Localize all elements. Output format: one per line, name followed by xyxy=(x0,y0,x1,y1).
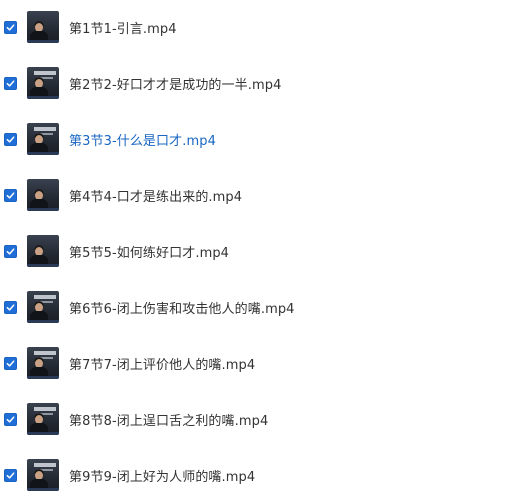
checkbox[interactable] xyxy=(4,76,17,90)
video-thumbnail xyxy=(27,67,59,99)
video-thumbnail xyxy=(27,403,59,435)
checkmark-icon xyxy=(6,359,15,367)
file-row-3[interactable]: 第3节3-什么是口才.mp4 xyxy=(0,119,517,159)
file-row-6[interactable]: 第6节6-闭上伤害和攻击他人的嘴.mp4 xyxy=(0,287,517,327)
file-name[interactable]: 第2节2-好口才才是成功的一半.mp4 xyxy=(69,74,281,93)
video-thumbnail xyxy=(27,291,59,323)
file-row-2[interactable]: 第2节2-好口才才是成功的一半.mp4 xyxy=(0,63,517,103)
checkmark-icon xyxy=(6,135,15,143)
checkbox[interactable] xyxy=(4,412,17,426)
checkbox[interactable] xyxy=(4,300,17,314)
checkmark-icon xyxy=(6,303,15,311)
file-row-9[interactable]: 第9节9-闭上好为人师的嘴.mp4 xyxy=(0,455,517,495)
checkbox[interactable] xyxy=(4,468,17,482)
file-row-7[interactable]: 第7节7-闭上评价他人的嘴.mp4 xyxy=(0,343,517,383)
file-name[interactable]: 第4节4-口才是练出来的.mp4 xyxy=(69,186,242,205)
file-name[interactable]: 第3节3-什么是口才.mp4 xyxy=(69,130,216,149)
video-thumbnail xyxy=(27,235,59,267)
checkmark-icon xyxy=(6,471,15,479)
video-thumbnail xyxy=(27,179,59,211)
file-name[interactable]: 第9节9-闭上好为人师的嘴.mp4 xyxy=(69,466,255,485)
video-thumbnail xyxy=(27,459,59,491)
checkmark-icon xyxy=(6,247,15,255)
file-name[interactable]: 第6节6-闭上伤害和攻击他人的嘴.mp4 xyxy=(69,298,295,317)
checkbox[interactable] xyxy=(4,20,17,34)
video-thumbnail xyxy=(27,11,59,43)
checkmark-icon xyxy=(6,23,15,31)
video-thumbnail xyxy=(27,123,59,155)
checkbox[interactable] xyxy=(4,132,17,146)
file-row-1[interactable]: 第1节1-引言.mp4 xyxy=(0,7,517,47)
video-thumbnail xyxy=(27,347,59,379)
file-name[interactable]: 第8节8-闭上逞口舌之利的嘴.mp4 xyxy=(69,410,268,429)
file-name[interactable]: 第1节1-引言.mp4 xyxy=(69,18,177,37)
file-row-8[interactable]: 第8节8-闭上逞口舌之利的嘴.mp4 xyxy=(0,399,517,439)
checkbox[interactable] xyxy=(4,356,17,370)
checkmark-icon xyxy=(6,415,15,423)
checkmark-icon xyxy=(6,79,15,87)
file-list: 第1节1-引言.mp4 第2节2-好口才才是成功的一半.mp4 第3节3-什么是… xyxy=(0,0,517,491)
file-name[interactable]: 第5节5-如何练好口才.mp4 xyxy=(69,242,229,261)
checkbox[interactable] xyxy=(4,244,17,258)
checkmark-icon xyxy=(6,191,15,199)
checkbox[interactable] xyxy=(4,188,17,202)
file-row-5[interactable]: 第5节5-如何练好口才.mp4 xyxy=(0,231,517,271)
file-row-4[interactable]: 第4节4-口才是练出来的.mp4 xyxy=(0,175,517,215)
file-name[interactable]: 第7节7-闭上评价他人的嘴.mp4 xyxy=(69,354,255,373)
